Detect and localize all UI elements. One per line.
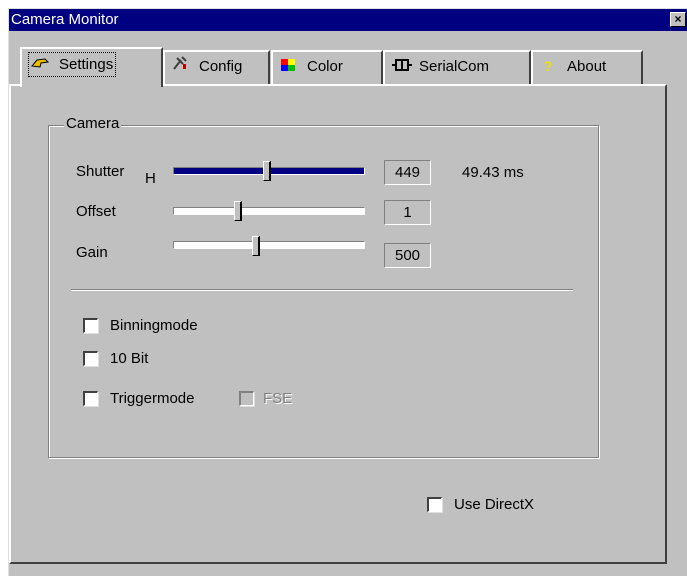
gain-slider-thumb[interactable]	[252, 236, 260, 256]
triggermode-checkbox[interactable]	[83, 391, 98, 406]
close-icon: ×	[674, 12, 682, 26]
binningmode-checkbox[interactable]	[83, 318, 98, 333]
tab-label: SerialCom	[419, 58, 490, 75]
group-separator	[71, 289, 573, 291]
fse-label: FSE	[263, 390, 293, 407]
binningmode-label[interactable]: Binningmode	[110, 317, 198, 335]
title-bar[interactable]: Camera Monitor ×	[9, 9, 687, 31]
tab-color[interactable]: Color	[271, 50, 383, 84]
hand-pointer-icon	[31, 53, 50, 75]
shutter-value-field[interactable]: 449	[384, 160, 431, 185]
close-button[interactable]: ×	[670, 12, 686, 27]
offset-label: Offset	[76, 203, 116, 220]
use-directx-checkbox[interactable]	[427, 497, 442, 512]
tab-label: About	[567, 58, 607, 75]
use-directx-label[interactable]: Use DirectX	[454, 496, 534, 514]
tab-label: Settings	[59, 56, 114, 73]
question-mark-icon: ?	[543, 58, 553, 74]
gain-label: Gain	[76, 244, 108, 261]
tab-config[interactable]: Config	[163, 50, 270, 84]
tools-icon	[171, 52, 189, 80]
tab-label: Color	[307, 58, 343, 75]
gain-slider-track[interactable]	[173, 241, 365, 249]
tab-serialcom[interactable]: SerialCom	[383, 50, 531, 84]
offset-value-field[interactable]: 1	[384, 200, 431, 225]
fse-checkbox	[239, 391, 254, 406]
tab-about[interactable]: ? About	[531, 50, 643, 84]
shutter-label: Shutter	[76, 163, 125, 180]
shutter-slider-thumb[interactable]	[263, 161, 271, 181]
shutter-suffix: H	[145, 170, 156, 187]
tab-settings[interactable]: Settings	[20, 47, 163, 87]
serial-port-icon	[391, 52, 412, 80]
gain-value-field[interactable]: 500	[384, 243, 431, 268]
color-squares-icon	[279, 52, 297, 80]
camera-group-label: Camera	[64, 115, 122, 133]
offset-slider-thumb[interactable]	[234, 201, 242, 221]
tab-label: Config	[199, 58, 243, 75]
triggermode-label[interactable]: Triggermode	[110, 390, 194, 408]
shutter-time-readout: 49.43 ms	[462, 164, 524, 181]
window-title: Camera Monitor	[11, 11, 119, 28]
10bit-checkbox[interactable]	[83, 351, 98, 366]
offset-slider-track[interactable]	[173, 207, 365, 215]
10bit-label[interactable]: 10 Bit	[110, 350, 148, 368]
